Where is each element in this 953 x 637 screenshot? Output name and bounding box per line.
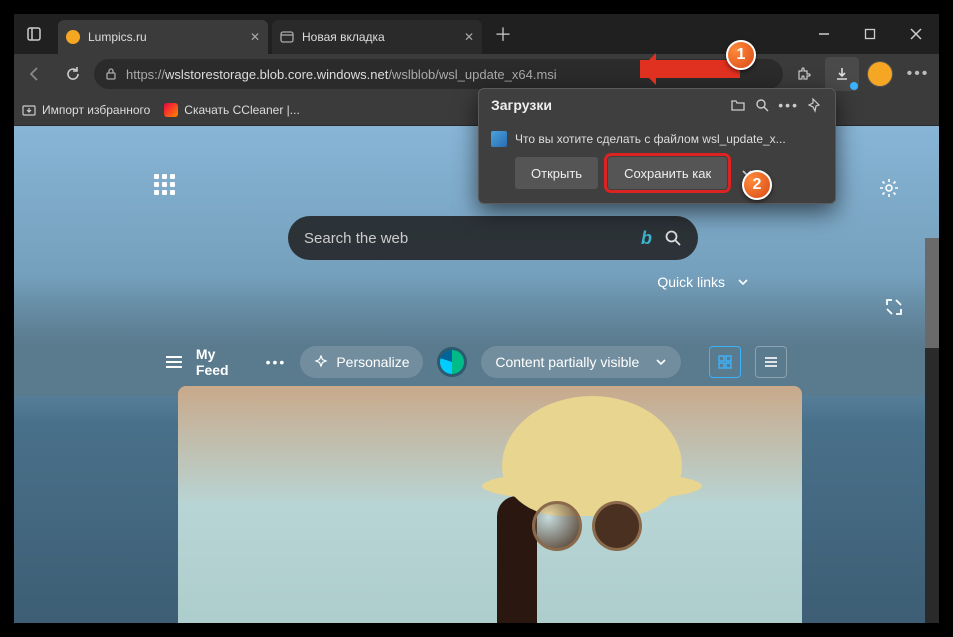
downloads-more-button[interactable]: ••• — [778, 97, 799, 113]
page-settings-button[interactable] — [875, 174, 903, 202]
callout-badge-2: 2 — [742, 170, 772, 200]
pin-button[interactable] — [807, 97, 823, 113]
open-folder-button[interactable] — [730, 97, 746, 113]
search-icon[interactable] — [664, 229, 682, 247]
avatar — [867, 61, 893, 87]
my-feed-label[interactable]: My Feed — [196, 346, 252, 378]
card-image — [442, 396, 742, 623]
bookmark-ccleaner[interactable]: Скачать CCleaner |... — [164, 103, 299, 117]
chevron-down-icon — [737, 276, 749, 288]
close-icon[interactable]: ✕ — [250, 30, 260, 44]
quick-links-toggle[interactable]: Quick links — [657, 274, 749, 290]
search-downloads-button[interactable] — [754, 97, 770, 113]
grid-view-button[interactable] — [709, 346, 741, 378]
download-question: Что вы хотите сделать с файлом wsl_updat… — [515, 132, 786, 146]
new-tab-button[interactable]: ＋ — [488, 19, 518, 49]
bookmark-import[interactable]: Импорт избранного — [22, 103, 150, 117]
close-icon[interactable]: ✕ — [464, 30, 474, 44]
downloads-popup: Загрузки ••• Что вы хотите сделать с фай… — [478, 88, 836, 204]
feed-toolbar: My Feed ••• Personalize Content partiall… — [166, 342, 787, 382]
downloads-button[interactable] — [825, 57, 859, 91]
personalize-button[interactable]: Personalize — [300, 346, 423, 378]
scrollbar[interactable] — [925, 238, 939, 623]
tab-label: Новая вкладка — [302, 30, 385, 44]
window-controls — [801, 14, 939, 54]
scrollbar-thumb[interactable] — [925, 238, 939, 348]
tab-actions-button[interactable] — [14, 14, 54, 54]
back-button[interactable] — [18, 57, 52, 91]
chevron-down-icon — [655, 356, 667, 368]
extensions-button[interactable] — [787, 57, 821, 91]
search-input[interactable]: Search the web b — [288, 216, 698, 260]
maximize-button[interactable] — [847, 14, 893, 54]
minimize-button[interactable] — [801, 14, 847, 54]
titlebar: Lumpics.ru ✕ Новая вкладка ✕ ＋ — [14, 14, 939, 54]
callout-badge-1: 1 — [726, 40, 756, 70]
list-view-button[interactable] — [755, 346, 787, 378]
feed-more[interactable]: ••• — [266, 354, 287, 370]
tab-label: Lumpics.ru — [88, 30, 147, 44]
downloads-title: Загрузки — [491, 97, 552, 113]
apps-launcher-icon[interactable] — [154, 174, 175, 195]
url-text: https://wslstorestorage.blob.core.window… — [126, 67, 557, 82]
lock-icon — [104, 67, 118, 81]
newtab-icon — [280, 30, 294, 44]
edge-logo-icon — [437, 347, 467, 377]
tab-newtab[interactable]: Новая вкладка ✕ — [272, 20, 482, 54]
search-placeholder: Search the web — [304, 230, 408, 247]
ccleaner-icon — [164, 103, 178, 117]
tab-lumpics[interactable]: Lumpics.ru ✕ — [58, 20, 268, 54]
file-icon — [491, 131, 507, 147]
expand-icon[interactable] — [885, 298, 903, 316]
content-visibility-dropdown[interactable]: Content partially visible — [481, 346, 681, 378]
close-window-button[interactable] — [893, 14, 939, 54]
profile-button[interactable] — [863, 57, 897, 91]
sparkle-icon — [314, 355, 328, 369]
callout-arrow — [640, 60, 740, 78]
menu-button[interactable]: ••• — [901, 57, 935, 91]
menu-icon[interactable] — [166, 356, 182, 368]
import-icon — [22, 103, 36, 117]
favicon-lumpics — [66, 30, 80, 44]
news-card[interactable]: Best deals on hotels and holidays! — [178, 386, 802, 623]
refresh-button[interactable] — [56, 57, 90, 91]
save-as-button[interactable]: Сохранить как — [608, 157, 727, 189]
open-file-button[interactable]: Открыть — [515, 157, 598, 189]
bing-icon: b — [641, 228, 652, 249]
